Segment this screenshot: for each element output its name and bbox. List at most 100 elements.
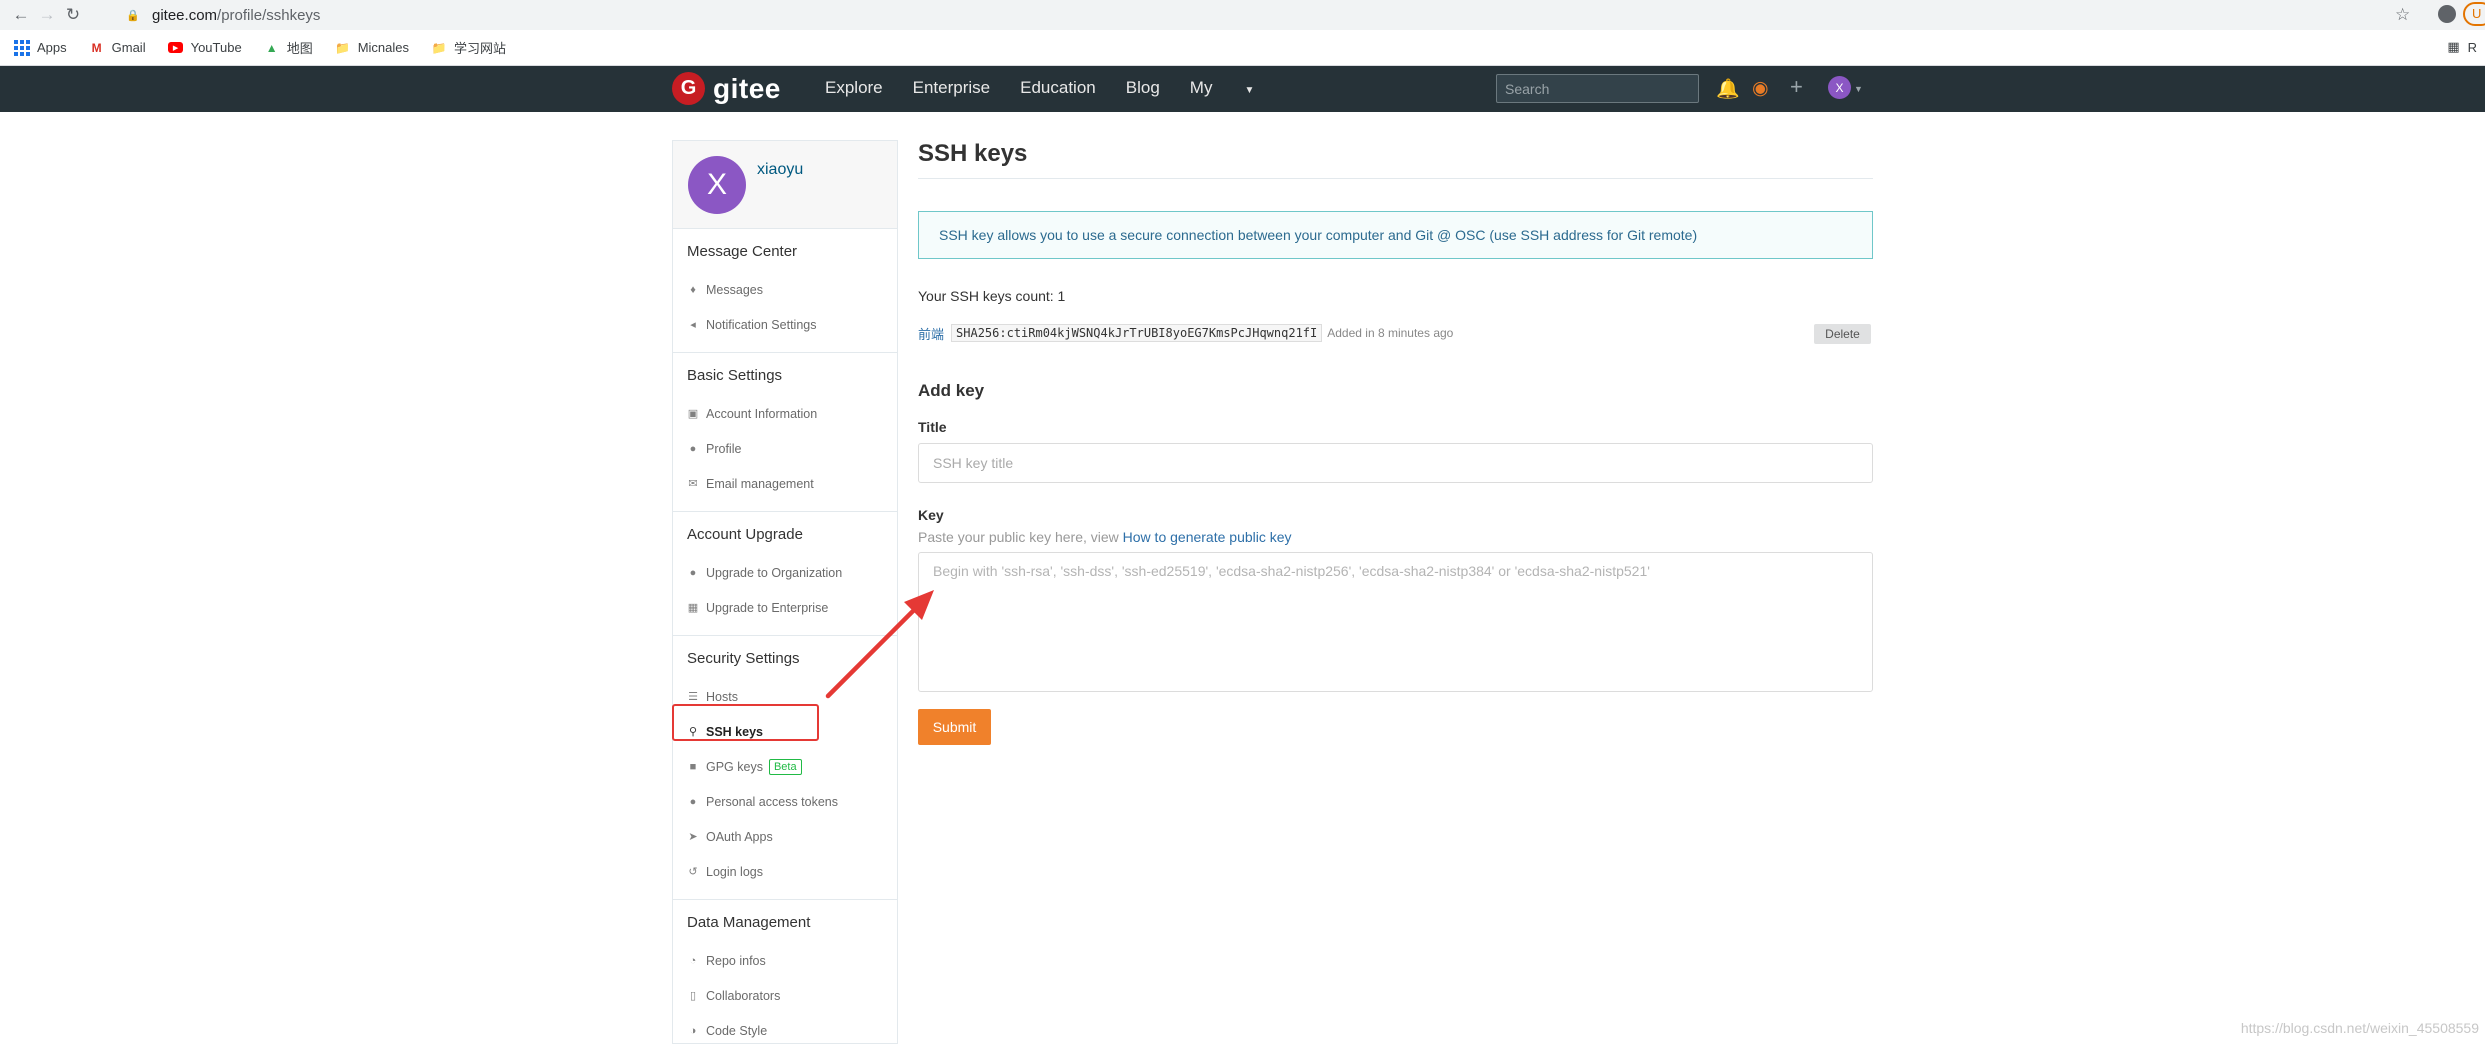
key-label: Key <box>918 507 1873 523</box>
reload-icon[interactable]: ↻ <box>60 2 86 28</box>
sidebar-item-label: OAuth Apps <box>706 830 773 844</box>
speaker-icon: ◂ <box>687 318 699 331</box>
key-title-input[interactable]: SSH key title <box>918 443 1873 483</box>
generate-key-link[interactable]: How to generate public key <box>1123 529 1292 545</box>
logo-text: gitee <box>713 73 781 105</box>
sidebar-item-label: Collaborators <box>706 989 780 1003</box>
sidebar-item-repo-infos[interactable]: ◔ Repo infos <box>673 943 897 978</box>
bookmark-apps[interactable]: Apps <box>14 40 67 56</box>
users-icon: ● <box>687 567 699 579</box>
bell-icon: ♦ <box>687 284 699 296</box>
sidebar-item-collaborators[interactable]: ▯Collaborators <box>673 978 897 1013</box>
sidebar-item-label: Upgrade to Enterprise <box>706 601 828 615</box>
username-link[interactable]: xiaoyu <box>757 161 803 179</box>
sidebar-item-label: Personal access tokens <box>706 795 838 809</box>
bookmark-label: Gmail <box>112 40 146 55</box>
address-bar[interactable]: 🔒 gitee.com/profile/sshkeys <box>110 3 2400 27</box>
sidebar-item-email-management[interactable]: ✉Email management <box>673 466 897 501</box>
bookmark-label: Apps <box>37 40 67 55</box>
plus-icon[interactable]: + <box>1790 74 1803 100</box>
delete-key-button[interactable]: Delete <box>1814 324 1871 344</box>
bookmark-folder-study[interactable]: 📁 学习网站 <box>431 38 506 57</box>
forward-icon[interactable]: → <box>34 2 60 28</box>
header-avatar[interactable]: X <box>1828 76 1851 99</box>
public-key-textarea[interactable]: Begin with 'ssh-rsa', 'ssh-dss', 'ssh-ed… <box>918 552 1873 692</box>
beta-badge: Beta <box>769 759 802 775</box>
apps-grid-icon <box>14 40 30 56</box>
sidebar-item-oauth-apps[interactable]: ➤ OAuth Apps <box>673 819 897 854</box>
gitee-logo-icon: G <box>672 72 705 105</box>
sidebar-item-messages[interactable]: ♦Messages <box>673 272 897 307</box>
watermark: https://blog.csdn.net/weixin_45508559 <box>2241 1020 2479 1036</box>
user-icon: ● <box>687 443 699 455</box>
folder-icon: 📁 <box>431 40 447 56</box>
sidebar-item-account-information[interactable]: ▣Account Information <box>673 396 897 431</box>
account-icon[interactable] <box>2438 5 2456 23</box>
palette-icon: ◑ <box>687 1025 699 1037</box>
section-basic-settings: Basic Settings ▣Account Information ●Pro… <box>673 353 897 512</box>
nav-my[interactable]: My ▼ <box>1190 78 1285 98</box>
sidebar-item-label: Code Style <box>706 1024 767 1038</box>
url-path: /profile/sshkeys <box>217 7 320 24</box>
ssh-keys-count: Your SSH keys count: 1 <box>918 288 1873 304</box>
bookmark-folder-micnales[interactable]: 📁 Micnales <box>335 40 409 56</box>
bookmark-label: 学习网站 <box>454 38 506 57</box>
nav-blog[interactable]: Blog <box>1126 78 1160 98</box>
sidebar-item-profile[interactable]: ●Profile <box>673 431 897 466</box>
reading-list-icon: ▦ <box>2447 39 2459 55</box>
search-input[interactable]: Search <box>1496 74 1699 103</box>
bookmark-label: 地图 <box>287 38 313 57</box>
sidebar-item-label: Upgrade to Organization <box>706 566 842 580</box>
sidebar-item-label: Hosts <box>706 690 738 704</box>
sidebar-item-login-logs[interactable]: ↺ Login logs <box>673 854 897 889</box>
profile-button[interactable]: U <box>2463 2 2485 26</box>
submit-button[interactable]: Submit <box>918 709 991 745</box>
bookmark-label: YouTube <box>191 40 242 55</box>
list-icon: ☰ <box>687 690 699 703</box>
sidebar-item-label: Repo infos <box>706 954 766 968</box>
pie-icon: ◔ <box>687 955 699 967</box>
bookmark-maps[interactable]: ▲ 地图 <box>264 38 313 57</box>
ssh-key-added-time: Added in 8 minutes ago <box>1327 326 1453 340</box>
sidebar-item-code-style[interactable]: ◑ Code Style <box>673 1013 897 1048</box>
section-message-center: Message Center ♦Messages ◂Notification S… <box>673 229 897 353</box>
section-title: Data Management <box>673 914 897 931</box>
nav-my-label: My <box>1190 78 1213 97</box>
rocket-icon: ➤ <box>687 830 699 843</box>
sidebar-item-label: Login logs <box>706 865 763 879</box>
mail-icon: ✉ <box>687 477 699 490</box>
avatar[interactable]: X <box>688 156 746 214</box>
maps-icon: ▲ <box>264 40 280 56</box>
bookmark-star-icon[interactable]: ☆ <box>2395 5 2410 25</box>
ssh-key-row: 前端 SHA256:ctiRm04kjWSNQ4kJrTrUBI8yoEG7Km… <box>918 323 1873 343</box>
sidebar-item-notification-settings[interactable]: ◂Notification Settings <box>673 307 897 342</box>
annotation-highlight-box <box>672 704 819 741</box>
caret-down-icon[interactable]: ▼ <box>1854 84 1863 94</box>
sidebar-item-label: GPG keys <box>706 760 763 774</box>
nav-education[interactable]: Education <box>1020 78 1096 98</box>
gmail-icon: M <box>89 40 105 56</box>
annotation-arrow <box>820 580 940 700</box>
key-help-text: Paste your public key here, view How to … <box>918 529 1873 545</box>
nav-explore[interactable]: Explore <box>825 78 883 98</box>
bookmark-label: Micnales <box>358 40 409 55</box>
nav-enterprise[interactable]: Enterprise <box>913 78 990 98</box>
folder-icon: 📁 <box>335 40 351 56</box>
history-icon: ↺ <box>687 865 699 878</box>
lock-icon: 🔒 <box>126 9 138 21</box>
reading-list-button[interactable]: ▦ R <box>2447 39 2477 55</box>
sidebar-item-personal-access-tokens[interactable]: ●Personal access tokens <box>673 784 897 819</box>
main-content: SSH keys SSH key allows you to use a sec… <box>918 140 1873 745</box>
building-icon: ▦ <box>687 601 699 614</box>
back-icon[interactable]: ← <box>8 2 34 28</box>
bell-icon[interactable]: 🔔 <box>1716 77 1740 101</box>
ssh-key-title[interactable]: 前端 <box>918 324 944 343</box>
gitee-logo[interactable]: G gitee <box>672 72 781 105</box>
sidebar-item-gpg-keys[interactable]: ■GPG keysBeta <box>673 749 897 784</box>
page-title: SSH keys <box>918 140 1873 179</box>
bookmark-gmail[interactable]: M Gmail <box>89 40 146 56</box>
location-icon[interactable]: ◉ <box>1752 77 1769 100</box>
bookmark-youtube[interactable]: ▶ YouTube <box>168 40 242 56</box>
ssh-key-fingerprint: SHA256:ctiRm04kjWSNQ4kJrTrUBI8yoEG7KmsPc… <box>951 324 1322 342</box>
caret-down-icon: ▼ <box>1244 85 1254 96</box>
